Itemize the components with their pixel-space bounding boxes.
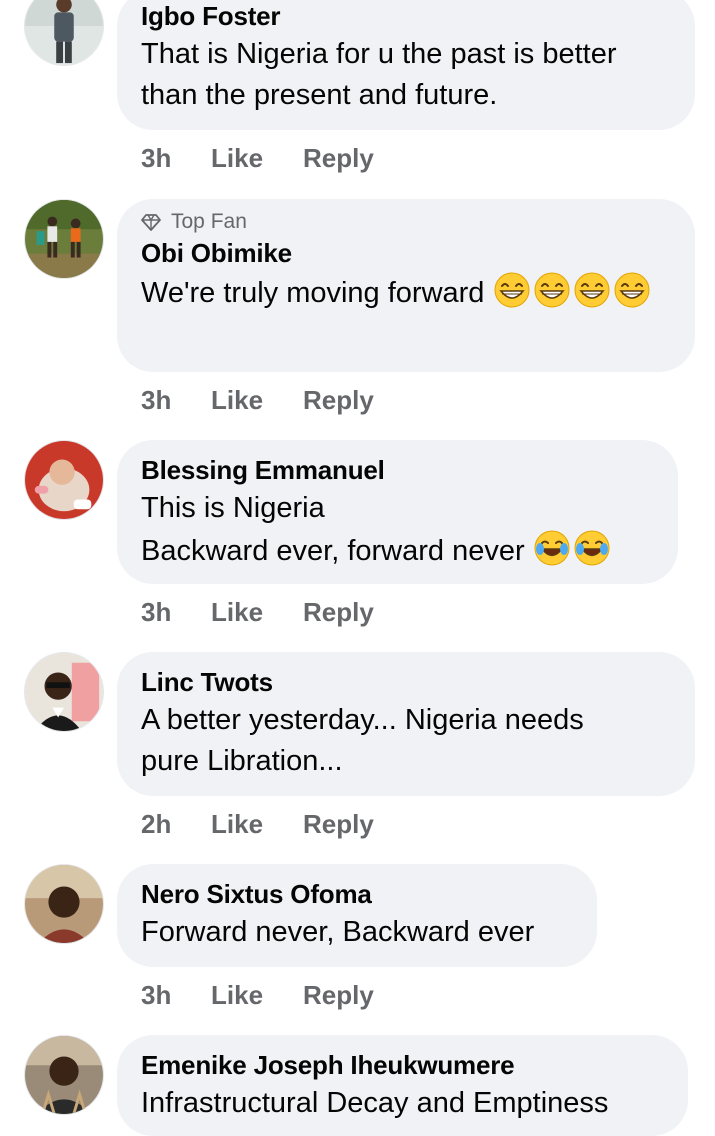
comment-text: We're truly moving forward	[141, 271, 671, 314]
comment-author[interactable]: Igbo Foster	[141, 0, 671, 32]
comment-time[interactable]: 3h	[141, 384, 211, 416]
like-button[interactable]: Like	[211, 979, 303, 1011]
comment-actions: 2h Like Reply	[141, 808, 374, 840]
comment-bubble: Igbo Foster That is Nigeria for u the pa…	[117, 0, 695, 130]
like-button[interactable]: Like	[211, 808, 303, 840]
comment-time[interactable]: 2h	[141, 808, 211, 840]
comment-text: That is Nigeria for u the past is better…	[141, 38, 617, 111]
comment-actions: 3h Like Reply	[141, 979, 374, 1011]
comment-text: Infrastructural Decay and Emptiness	[141, 1087, 609, 1119]
comment-author[interactable]: Linc Twots	[141, 666, 671, 698]
comment-time[interactable]: 3h	[141, 596, 211, 628]
diamond-icon	[141, 214, 161, 231]
comment-text: A better yesterday... Nigeria needs pure…	[141, 704, 584, 777]
comment-bubble: Nero Sixtus Ofoma Forward never, Backwar…	[117, 864, 597, 967]
reply-button[interactable]: Reply	[303, 979, 374, 1011]
grinning-face-emoji	[574, 272, 610, 308]
comment-bubble: Linc Twots A better yesterday... Nigeria…	[117, 652, 695, 796]
comment-bubble: Top Fan Obi Obimike We're truly moving f…	[117, 199, 695, 372]
like-button[interactable]: Like	[211, 384, 303, 416]
badge-label: Top Fan	[171, 210, 247, 233]
comment-actions: 3h Like Reply	[141, 596, 374, 628]
comment-text: Forward never, Backward ever	[141, 916, 535, 948]
tears-of-joy-emoji	[574, 530, 610, 566]
avatar[interactable]	[24, 652, 104, 732]
comment-author[interactable]: Nero Sixtus Ofoma	[141, 878, 573, 910]
grinning-face-emoji	[494, 272, 530, 308]
like-button[interactable]: Like	[211, 596, 303, 628]
avatar[interactable]	[24, 0, 104, 66]
reply-button[interactable]: Reply	[303, 384, 374, 416]
grinning-face-emoji	[534, 272, 570, 308]
comment-time[interactable]: 3h	[141, 142, 211, 174]
comment-author[interactable]: Blessing Emmanuel	[141, 454, 654, 486]
emoji-group	[493, 272, 653, 309]
top-fan-badge: Top Fan	[141, 207, 671, 237]
reply-button[interactable]: Reply	[303, 596, 374, 628]
reply-button[interactable]: Reply	[303, 142, 374, 174]
avatar[interactable]	[24, 1035, 104, 1115]
grinning-face-emoji	[614, 272, 650, 308]
tears-of-joy-emoji	[534, 530, 570, 566]
comment-actions: 3h Like Reply	[141, 384, 374, 416]
avatar[interactable]	[24, 199, 104, 279]
avatar[interactable]	[24, 864, 104, 944]
comment-author[interactable]: Emenike Joseph Iheukwumere	[141, 1049, 664, 1081]
reply-button[interactable]: Reply	[303, 808, 374, 840]
comment-actions: 3h Like Reply	[141, 142, 374, 174]
like-button[interactable]: Like	[211, 142, 303, 174]
comment-time[interactable]: 3h	[141, 979, 211, 1011]
emoji-group	[533, 530, 613, 567]
comment-author[interactable]: Obi Obimike	[141, 237, 671, 269]
comment-text: This is Nigeria Backward ever, forward n…	[141, 488, 654, 572]
avatar[interactable]	[24, 440, 104, 520]
comment-bubble: Emenike Joseph Iheukwumere Infrastructur…	[117, 1035, 688, 1136]
comment-bubble: Blessing Emmanuel This is Nigeria Backwa…	[117, 440, 678, 584]
